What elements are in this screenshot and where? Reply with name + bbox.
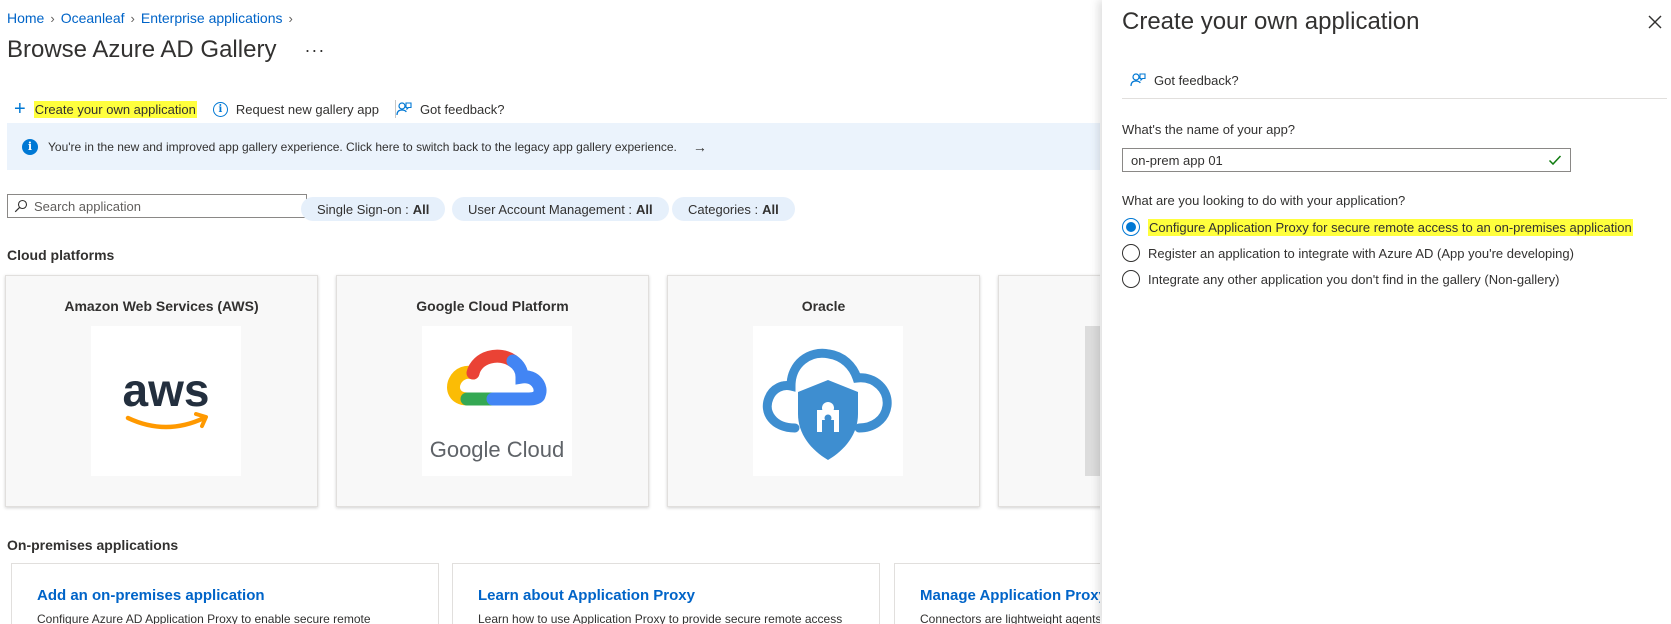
on-premises-heading: On-premises applications	[7, 537, 179, 553]
create-own-app-label: Create your own application	[33, 100, 197, 118]
info-icon: i	[212, 101, 228, 117]
arrow-right-icon: →	[692, 138, 707, 155]
app-name-input[interactable]	[1131, 152, 1548, 168]
request-gallery-app-button[interactable]: i Request new gallery app	[212, 101, 379, 117]
option-register-app[interactable]: Register an application to integrate wit…	[1122, 244, 1574, 262]
panel-title: Create your own application	[1122, 8, 1420, 35]
legacy-gallery-banner[interactable]: i You're in the new and improved app gal…	[7, 123, 1100, 170]
manage-app-proxy-card[interactable]: Manage Application Proxy Connectors are …	[894, 563, 1100, 624]
op-card-desc: Configure Azure AD Application Proxy to …	[37, 612, 371, 624]
filter-value: All	[636, 201, 653, 217]
app-card-google-cloud[interactable]: Google Cloud Platform Google Cloud	[336, 275, 649, 507]
app-name-field	[1122, 148, 1571, 172]
option-app-proxy[interactable]: Configure Application Proxy for secure r…	[1122, 218, 1633, 236]
panel-divider	[1122, 98, 1667, 99]
request-gallery-app-label: Request new gallery app	[235, 101, 379, 117]
banner-text: You're in the new and improved app galle…	[48, 139, 677, 154]
breadcrumb-tenant[interactable]: Oceanleaf	[61, 10, 125, 26]
filter-user-account-management[interactable]: User Account Management : All	[452, 197, 669, 221]
aws-logo-text: aws	[123, 364, 210, 416]
app-card-partial[interactable]	[998, 275, 1100, 507]
app-card-title: Oracle	[801, 298, 846, 314]
filter-label: User Account Management :	[468, 201, 633, 217]
page-title-row: Browse Azure AD Gallery ···	[7, 36, 325, 64]
radio-button[interactable]	[1122, 244, 1140, 262]
filter-value: All	[412, 201, 430, 217]
create-own-app-button[interactable]: + Create your own application	[14, 98, 197, 120]
option-label: Integrate any other application you don'…	[1148, 271, 1560, 287]
breadcrumb: Home › Oceanleaf › Enterprise applicatio…	[7, 10, 293, 26]
filter-label: Categories :	[688, 201, 759, 217]
breadcrumb-home[interactable]: Home	[7, 10, 44, 26]
app-card-title: Google Cloud Platform	[416, 298, 569, 314]
cloud-shield-icon	[753, 326, 903, 476]
op-card-title: Manage Application Proxy	[920, 587, 1100, 604]
chevron-right-icon: ›	[288, 10, 293, 26]
panel-feedback-label: Got feedback?	[1154, 72, 1239, 88]
plus-icon: +	[14, 98, 26, 120]
filter-value: All	[762, 201, 779, 217]
google-cloud-logo-text: Google Cloud	[430, 437, 565, 462]
feedback-icon	[1130, 73, 1146, 87]
op-card-desc: Learn how to use Application Proxy to pr…	[478, 612, 843, 624]
radio-button-selected[interactable]	[1122, 218, 1140, 236]
option-label: Configure Application Proxy for secure r…	[1148, 218, 1633, 236]
chevron-right-icon: ›	[130, 10, 135, 26]
search-icon	[14, 199, 28, 213]
learn-app-proxy-card[interactable]: Learn about Application Proxy Learn how …	[452, 563, 880, 624]
feedback-label: Got feedback?	[419, 101, 505, 117]
info-icon: i	[22, 138, 38, 155]
op-card-desc: Connectors are lightweight agents	[920, 612, 1100, 624]
filter-categories[interactable]: Categories : All	[672, 197, 795, 221]
search-input[interactable]	[34, 198, 294, 214]
panel-feedback-button[interactable]: Got feedback?	[1130, 72, 1239, 88]
filter-label: Single Sign-on :	[317, 201, 409, 217]
app-card-aws[interactable]: Amazon Web Services (AWS) aws	[5, 275, 318, 507]
op-card-title: Learn about Application Proxy	[478, 587, 695, 604]
feedback-button[interactable]: Got feedback?	[396, 101, 505, 117]
option-label: Register an application to integrate wit…	[1148, 245, 1574, 261]
app-name-label: What's the name of your app?	[1122, 122, 1296, 137]
search-box	[7, 194, 307, 218]
command-bar: + Create your own application i Request …	[14, 98, 505, 120]
google-cloud-logo: Google Cloud	[422, 326, 572, 476]
create-app-panel: Create your own application Got feedback…	[1102, 0, 1671, 624]
aws-logo: aws	[91, 326, 241, 476]
feedback-icon	[396, 102, 412, 116]
cloud-platforms-heading: Cloud platforms	[7, 247, 115, 263]
app-card-title: Amazon Web Services (AWS)	[64, 298, 259, 314]
chevron-right-icon: ›	[50, 10, 55, 26]
option-non-gallery[interactable]: Integrate any other application you don'…	[1122, 270, 1560, 288]
page-title: Browse Azure AD Gallery	[7, 36, 277, 63]
app-logo	[1085, 326, 1100, 476]
close-icon[interactable]	[1647, 14, 1663, 30]
breadcrumb-enterprise-apps[interactable]: Enterprise applications	[141, 10, 283, 26]
radio-button[interactable]	[1122, 270, 1140, 288]
app-purpose-label: What are you looking to do with your app…	[1122, 193, 1406, 208]
more-options-button[interactable]: ···	[304, 40, 325, 61]
checkmark-icon	[1548, 155, 1562, 166]
app-card-oracle[interactable]: Oracle	[667, 275, 980, 507]
add-on-premises-app-card[interactable]: Add an on-premises application Configure…	[11, 563, 439, 624]
op-card-title: Add an on-premises application	[37, 587, 265, 604]
filter-single-sign-on[interactable]: Single Sign-on : All	[301, 197, 446, 221]
gallery-page: Home › Oceanleaf › Enterprise applicatio…	[0, 0, 1100, 624]
